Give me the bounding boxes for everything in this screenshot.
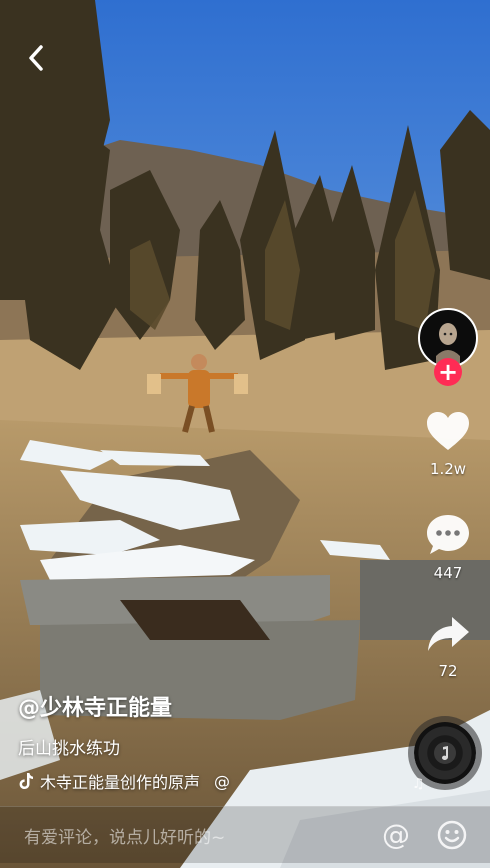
record-center-icon (434, 742, 456, 764)
author-avatar-group: + (418, 308, 478, 386)
video-description: 后山挑水练功 (18, 739, 120, 759)
mention-button[interactable]: @ (380, 819, 412, 851)
follow-button[interactable]: + (434, 358, 462, 386)
heart-icon (427, 412, 469, 450)
tiktok-note-icon (19, 773, 33, 789)
music-mention: @ (214, 771, 231, 791)
music-title: 木寺正能量创作的原声 (40, 773, 201, 792)
emoji-button[interactable] (436, 819, 468, 851)
comment-count: 447 (433, 564, 463, 582)
music-info[interactable]: 木寺正能量创作的原声 @ (18, 769, 378, 793)
author-name[interactable]: @少林寺正能量 (18, 690, 378, 722)
comment-input[interactable]: 有爱评论，说点儿好听的~ (24, 823, 225, 848)
like-button[interactable]: 1.2w (416, 410, 480, 478)
comment-bubble-icon (427, 515, 469, 554)
back-arrow-icon (29, 45, 43, 71)
video-caption: @少林寺正能量 后山挑水练功 木寺正能量创作的原声 @ (18, 690, 378, 793)
emoji-icon (437, 820, 467, 850)
music-disc-button[interactable] (414, 722, 476, 784)
comment-button[interactable]: 447 (416, 512, 480, 582)
share-button[interactable]: 72 (416, 614, 480, 680)
share-count: 72 (438, 662, 458, 680)
comment-bar: 有爱评论，说点儿好听的~ @ (0, 806, 490, 863)
music-note-icon: ♫ (412, 776, 425, 792)
back-button[interactable] (18, 40, 54, 76)
share-arrow-icon (428, 617, 469, 651)
like-count: 1.2w (429, 460, 467, 478)
